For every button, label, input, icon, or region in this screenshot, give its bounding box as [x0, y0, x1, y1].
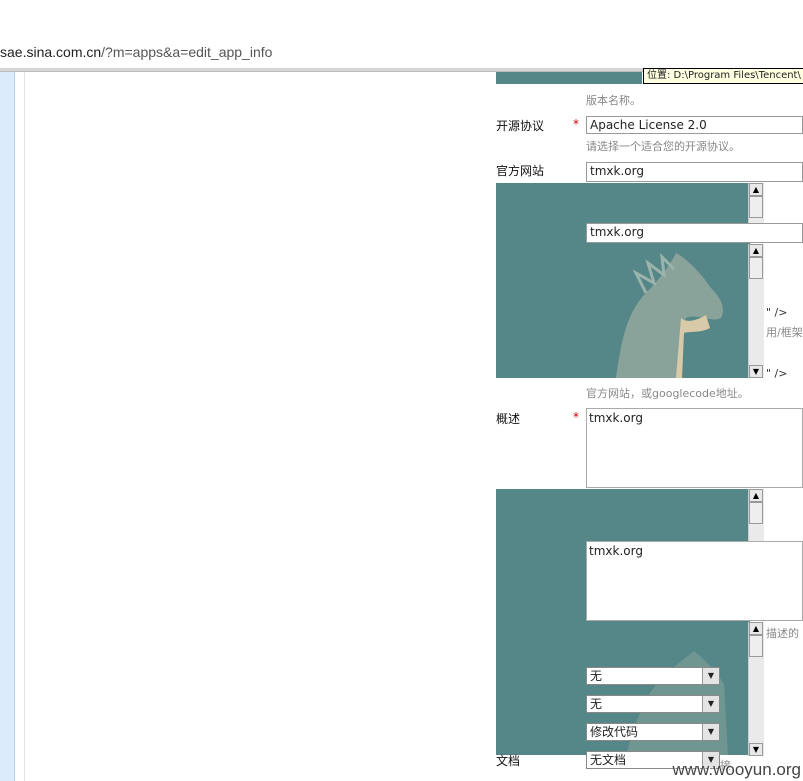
injected-image-top	[496, 72, 642, 84]
scroll-up-arrow[interactable]: ▲	[749, 489, 763, 502]
iframe-scrollbar[interactable]: ▲	[748, 489, 764, 541]
horse-image	[626, 651, 728, 755]
url-path: /?m=apps&a=edit_app_info	[101, 44, 273, 60]
tooltip: 位置: D:\Program Files\Tencent\	[643, 68, 803, 84]
license-field[interactable]: Apache License 2.0	[586, 116, 803, 134]
chevron-down-icon[interactable]: ▼	[702, 668, 719, 684]
select-dropdown[interactable]: 无 ▼	[586, 667, 720, 685]
select-value: 无	[590, 697, 603, 711]
license-label: 开源协议	[496, 119, 545, 133]
injected-iframe-image	[496, 489, 750, 755]
iframe-scrollbar[interactable]: ▲ ▼	[748, 244, 764, 378]
description-label: 概述	[496, 412, 521, 426]
hint-fragment: 用/框架	[766, 326, 803, 339]
select-dropdown[interactable]: 修改代码 ▼	[586, 723, 720, 741]
website-input-repeat[interactable]: tmxk.org	[586, 223, 803, 243]
iframe-scrollbar[interactable]: ▲ ▼	[748, 622, 764, 756]
scroll-thumb[interactable]	[749, 635, 763, 657]
scroll-up-arrow[interactable]: ▲	[749, 622, 763, 635]
left-sidebar-strip	[0, 72, 15, 781]
content-gutter	[24, 72, 25, 781]
select-value: 无文档	[590, 753, 627, 767]
license-hint: 请选择一个适合您的开源协议。	[586, 140, 740, 153]
scroll-thumb[interactable]	[749, 196, 763, 218]
select-value: 无	[590, 669, 603, 683]
select-value: 修改代码	[590, 725, 639, 739]
horse-image	[616, 252, 723, 378]
watermark: www.wooyun.org	[672, 760, 801, 779]
license-required-mark: *	[573, 117, 579, 131]
address-bar-url[interactable]: sae.sina.com.cn/?m=apps&a=edit_app_info	[0, 44, 272, 60]
scroll-thumb[interactable]	[749, 257, 763, 279]
description-textarea-repeat[interactable]: tmxk.org	[586, 541, 803, 621]
chevron-down-icon[interactable]: ▼	[702, 696, 719, 712]
scroll-up-arrow[interactable]: ▲	[749, 244, 763, 257]
website-input[interactable]: tmxk.org	[586, 162, 803, 182]
scroll-down-arrow[interactable]: ▼	[749, 743, 763, 756]
scroll-thumb[interactable]	[749, 502, 763, 524]
select-dropdown[interactable]: 无 ▼	[586, 695, 720, 713]
scroll-up-arrow[interactable]: ▲	[749, 183, 763, 196]
url-domain: sae.sina.com.cn	[0, 44, 102, 60]
description-required-mark: *	[573, 410, 579, 424]
description-textarea[interactable]: tmxk.org	[586, 408, 803, 488]
injected-iframe-image	[496, 183, 750, 378]
chevron-down-icon[interactable]: ▼	[702, 724, 719, 740]
version-hint: 版本名称。	[586, 94, 641, 107]
website-label: 官方网站	[496, 164, 545, 178]
hint-fragment: 描述的	[766, 627, 799, 640]
markup-fragment: " />	[766, 306, 788, 319]
markup-fragment: " />	[766, 367, 788, 380]
iframe-scrollbar[interactable]: ▲	[748, 183, 764, 223]
doc-label: 文档	[496, 754, 521, 768]
website-hint: 官方网站，或googlecode地址。	[586, 387, 749, 400]
scroll-down-arrow[interactable]: ▼	[749, 365, 763, 378]
